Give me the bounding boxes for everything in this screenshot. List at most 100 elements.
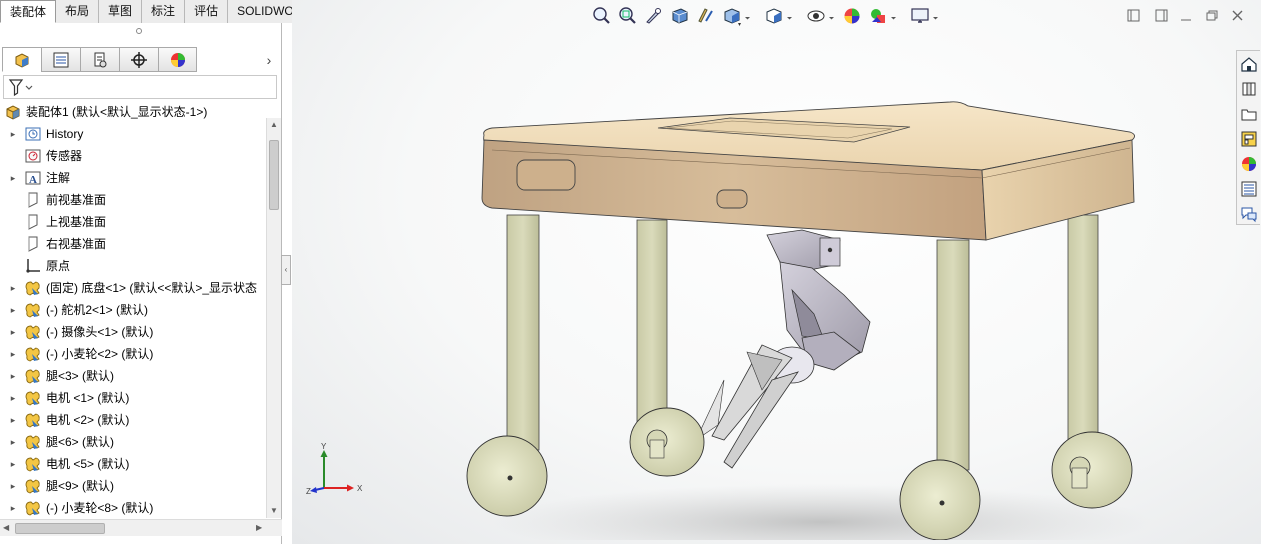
- tree-item[interactable]: 装配体1 (默认<默认_显示状态-1>): [0, 101, 266, 123]
- tree-horizontal-scrollbar[interactable]: ◀ ▶: [0, 519, 282, 536]
- tree-item[interactable]: ▸ 腿<9> (默认): [0, 475, 266, 497]
- custom-properties-icon[interactable]: [1240, 180, 1258, 198]
- tab-3[interactable]: 标注: [142, 0, 186, 23]
- assembly-icon: [4, 103, 22, 121]
- annotation-icon: A: [24, 169, 42, 187]
- expand-arrow-icon[interactable]: ▸: [8, 392, 18, 404]
- tree-item[interactable]: ▸ 电机 <5> (默认): [0, 453, 266, 475]
- tree-item[interactable]: ▸ (-) 小麦轮<2> (默认): [0, 343, 266, 365]
- panel-tab-4[interactable]: [158, 47, 197, 72]
- expand-arrow-icon[interactable]: ▸: [8, 326, 18, 338]
- expand-arrow-icon[interactable]: ▸: [8, 458, 18, 470]
- filter-bar[interactable]: [3, 75, 277, 99]
- heads-up-view-toolbar: ▾: [593, 7, 938, 28]
- scroll-down-icon[interactable]: ▼: [270, 506, 278, 515]
- expand-arrow-icon[interactable]: ▸: [8, 348, 18, 360]
- scroll-right-icon[interactable]: ▶: [256, 523, 262, 532]
- scroll-left-icon[interactable]: ◀: [3, 523, 9, 532]
- edit-appearance-icon[interactable]: [844, 8, 860, 24]
- tab-2[interactable]: 草图: [99, 0, 143, 23]
- tree-item[interactable]: ▸ 电机 <2> (默认): [0, 409, 266, 431]
- ground-shadow: [492, 484, 1152, 540]
- panel-tab-0[interactable]: [2, 47, 41, 72]
- tree-item[interactable]: ▸ A 注解: [0, 167, 266, 189]
- panel-tab-1[interactable]: [41, 47, 80, 72]
- tree-item[interactable]: ▸ 电机 <1> (默认): [0, 387, 266, 409]
- expand-arrow-icon[interactable]: ▸: [8, 304, 18, 316]
- tree-item[interactable]: ▸ (-) 小麦轮<8> (默认): [0, 497, 266, 519]
- svg-text:A: A: [29, 174, 37, 186]
- file-explorer-icon[interactable]: [1240, 105, 1258, 123]
- wheel-front-left: [466, 435, 548, 517]
- zoom-to-fit-icon[interactable]: [593, 7, 610, 24]
- expand-arrow-icon[interactable]: ▸: [8, 282, 18, 294]
- view-orientation-icon[interactable]: ▾: [724, 8, 741, 28]
- hide-show-items-icon[interactable]: [807, 10, 825, 22]
- chevron-down-icon[interactable]: [787, 17, 792, 20]
- tile-left-icon[interactable]: [1127, 9, 1140, 22]
- tree-item[interactable]: ▸ (-) 摄像头<1> (默认): [0, 321, 266, 343]
- graphics-area[interactable]: ▾ Y Z X: [292, 0, 1261, 544]
- expand-arrow-icon[interactable]: ▸: [8, 480, 18, 492]
- zoom-to-area-icon[interactable]: [619, 7, 636, 24]
- sensor-icon: [24, 147, 42, 165]
- window-controls: [1127, 9, 1243, 22]
- tree-item[interactable]: ▸ History: [0, 123, 266, 145]
- assembly-model[interactable]: [462, 90, 1182, 540]
- tab-0[interactable]: 装配体: [0, 0, 57, 23]
- chevron-down-icon[interactable]: [933, 17, 938, 20]
- triad-x-label: X: [357, 484, 363, 493]
- chevron-down-icon[interactable]: [891, 17, 896, 20]
- part-icon: [24, 323, 42, 341]
- tree-item[interactable]: 右视基准面: [0, 233, 266, 255]
- apply-scene-icon[interactable]: [871, 9, 885, 23]
- panel-collapse-handle[interactable]: ‹: [281, 255, 291, 285]
- panel-grip[interactable]: [136, 28, 142, 34]
- section-view-icon[interactable]: [672, 8, 688, 24]
- panel-tab-2[interactable]: [80, 47, 119, 72]
- close-icon[interactable]: [1232, 10, 1243, 21]
- chevron-down-icon[interactable]: [829, 17, 834, 20]
- tab-4[interactable]: 评估: [185, 0, 229, 23]
- tree-item[interactable]: 上视基准面: [0, 211, 266, 233]
- filter-icon[interactable]: [8, 78, 36, 97]
- tree-item[interactable]: 原点: [0, 255, 266, 277]
- scroll-up-icon[interactable]: ▲: [270, 120, 278, 129]
- tree-vertical-scrollbar[interactable]: ▲ ▼: [266, 118, 281, 518]
- design-library-icon[interactable]: [1240, 80, 1258, 98]
- tab-scroll-right-icon[interactable]: ›: [262, 51, 276, 69]
- home-icon[interactable]: [1240, 55, 1258, 73]
- tree-item[interactable]: 传感器: [0, 145, 266, 167]
- expand-arrow-icon[interactable]: ▸: [8, 502, 18, 514]
- tree-item[interactable]: ▸ (-) 舵机2<1> (默认): [0, 299, 266, 321]
- view-settings-icon[interactable]: [911, 8, 929, 23]
- part-icon: [24, 301, 42, 319]
- origin-icon: [24, 257, 42, 275]
- dynamic-annotation-icon[interactable]: [698, 8, 713, 23]
- appearances-icon[interactable]: [1240, 155, 1258, 173]
- previous-view-icon[interactable]: [646, 8, 661, 24]
- expand-arrow-icon[interactable]: ▸: [8, 128, 18, 140]
- tree-item[interactable]: ▸ 腿<3> (默认): [0, 365, 266, 387]
- chevron-down-icon[interactable]: [745, 17, 750, 20]
- tile-right-icon[interactable]: [1155, 9, 1168, 22]
- display-style-icon[interactable]: [766, 8, 782, 24]
- vertical-scroll-thumb[interactable]: [269, 140, 279, 210]
- horizontal-scroll-thumb[interactable]: [15, 523, 105, 534]
- tree-item-label: 腿<3> (默认): [46, 369, 115, 383]
- restore-icon[interactable]: [1206, 10, 1218, 21]
- tree-item[interactable]: 前视基准面: [0, 189, 266, 211]
- forum-icon[interactable]: [1240, 205, 1258, 223]
- panel-tab-3[interactable]: [119, 47, 158, 72]
- expand-arrow-icon[interactable]: ▸: [8, 414, 18, 426]
- expand-arrow-icon[interactable]: ▸: [8, 370, 18, 382]
- tree-item-label: (-) 小麦轮<2> (默认): [46, 347, 154, 361]
- expand-arrow-icon[interactable]: ▸: [8, 172, 18, 184]
- feature-manager-panel: › 装配体1 (默认<默认_显示状态-1>) ▸ History 传感器 ▸ A 注解 前视基…: [0, 23, 282, 544]
- tree-item-label: History: [46, 127, 84, 141]
- view-palette-icon[interactable]: [1240, 130, 1258, 148]
- tab-1[interactable]: 布局: [56, 0, 100, 23]
- tree-item[interactable]: ▸ (固定) 底盘<1> (默认<<默认>_显示状态: [0, 277, 266, 299]
- tree-item[interactable]: ▸ 腿<6> (默认): [0, 431, 266, 453]
- expand-arrow-icon[interactable]: ▸: [8, 436, 18, 448]
